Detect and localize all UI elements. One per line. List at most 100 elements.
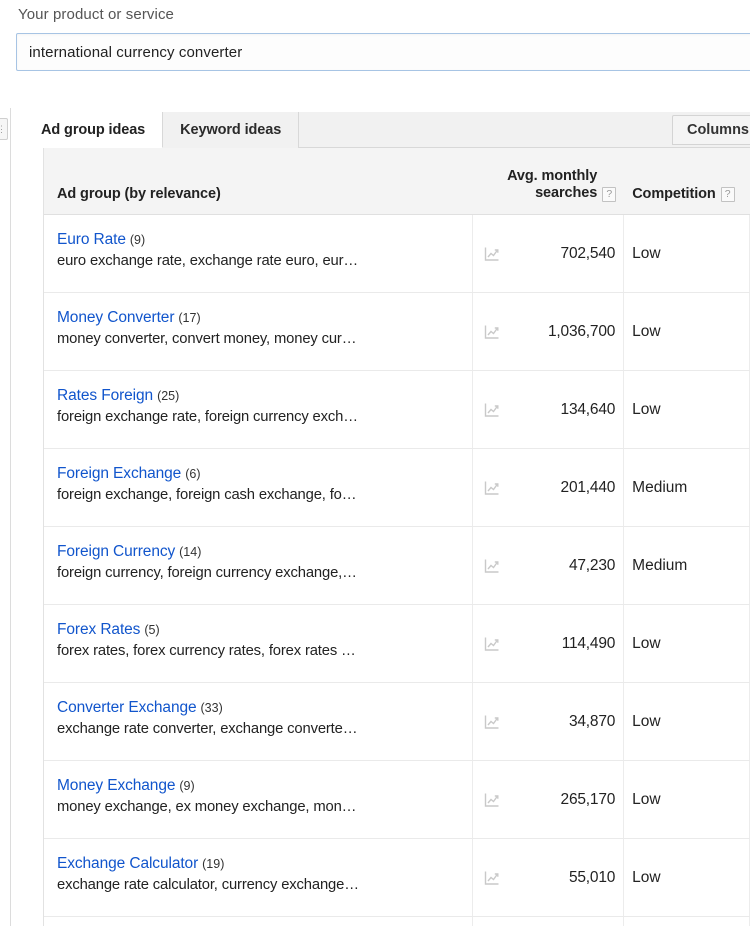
avg-monthly-searches-value: 55,010: [568, 868, 616, 886]
search-trends-icon: [485, 325, 499, 339]
cell-competition: Low: [624, 839, 750, 916]
cell-avg-monthly-searches: 201,440: [473, 449, 625, 526]
columns-button-label: Columns: [686, 122, 749, 138]
ad-group-title-line: Forex Rates (5): [57, 621, 462, 639]
search-trends-icon: [485, 637, 499, 651]
table-row[interactable]: Foreign Exchange (6) foreign exchange, for…: [44, 449, 750, 527]
ad-group-title-line: Converter Exchange (33): [57, 699, 462, 717]
table-row[interactable]: Forex Rates (5) forex rates, forex currenc…: [44, 605, 750, 683]
table-row[interactable]: Foreign Currency (14) foreign currency, fo…: [44, 527, 750, 605]
table-row-partial[interactable]: [44, 917, 750, 926]
cell-avg-monthly-searches: 265,170: [473, 761, 625, 838]
search-trends-icon: [485, 871, 499, 885]
ad-group-title-line: Foreign Currency (14): [57, 543, 462, 561]
product-search-input-wrap[interactable]: [16, 33, 750, 71]
competition-value: Low: [632, 244, 661, 262]
column-header-competition[interactable]: Competition?: [624, 148, 750, 214]
ad-group-keyword-count: (14): [179, 545, 202, 559]
competition-value: Low: [632, 322, 661, 340]
avg-monthly-searches-help-icon[interactable]: ?: [602, 187, 617, 202]
tab-keyword-ideas-label: Keyword ideas: [180, 122, 282, 138]
cell-ad-group: Exchange Calculator (19) exchange rate cal…: [44, 839, 474, 916]
ad-group-link[interactable]: Converter Exchange: [57, 699, 197, 716]
ad-group-link[interactable]: Euro Rate: [57, 231, 126, 248]
cell-competition: [624, 917, 750, 926]
cell-competition: Low: [624, 605, 750, 682]
column-header-avg-monthly-searches-label: Avg. monthly searches: [507, 168, 598, 201]
ad-group-link[interactable]: Foreign Currency: [57, 543, 175, 560]
cell-avg-monthly-searches: 34,870: [473, 683, 625, 760]
ad-group-keyword-count: (17): [178, 311, 201, 325]
ad-group-keywords: euro exchange rate, exchange rate euro, …: [57, 253, 359, 269]
tab-ad-group-ideas[interactable]: Ad group ideas: [24, 112, 164, 148]
product-search-input[interactable]: [17, 35, 750, 69]
search-trends-icon: [485, 715, 499, 729]
ad-group-keyword-count: (9): [179, 779, 195, 793]
cell-ad-group: Rates Foreign (25) foreign exchange rate, …: [44, 371, 474, 448]
competition-value: Medium: [632, 478, 688, 496]
cell-competition: Low: [624, 761, 750, 838]
avg-monthly-searches-value: 265,170: [560, 790, 616, 808]
cell-ad-group: Euro Rate (9) euro exchange rate, exchange…: [44, 215, 474, 292]
avg-monthly-searches-value: 1,036,700: [548, 322, 616, 340]
competition-help-icon[interactable]: ?: [720, 187, 735, 202]
avg-monthly-searches-value: 201,440: [560, 478, 616, 496]
ad-group-title-line: Exchange Calculator (19): [57, 855, 462, 873]
table-body: Euro Rate (9) euro exchange rate, exchange…: [44, 215, 750, 926]
table-header-row: Ad group (by relevance) Avg. monthly sear…: [44, 148, 750, 215]
competition-value: Low: [632, 400, 661, 418]
ad-group-keywords: exchange rate converter, exchange conver…: [57, 721, 358, 737]
tab-list: Ad group ideas Keyword ideas: [24, 112, 300, 148]
ad-group-keyword-count: (19): [202, 857, 225, 871]
search-trends-icon: [485, 559, 499, 573]
panel-drag-handle[interactable]: ⋮: [0, 118, 8, 140]
competition-value: Low: [632, 868, 661, 886]
table-row[interactable]: Converter Exchange (33) exchange rate conv…: [44, 683, 750, 761]
ad-group-link[interactable]: Money Exchange: [57, 777, 175, 794]
column-header-avg-monthly-searches[interactable]: Avg. monthly searches?: [473, 148, 624, 214]
cell-competition: Medium: [624, 449, 750, 526]
search-trends-icon: [485, 793, 499, 807]
table-row[interactable]: Money Converter (17) money converter, conv…: [44, 293, 750, 371]
cell-ad-group: Foreign Exchange (6) foreign exchange, for…: [44, 449, 474, 526]
ad-group-keywords: money exchange, ex money exchange, mon…: [57, 799, 357, 815]
cell-ad-group: Money Exchange (9) money exchange, ex mone…: [44, 761, 474, 838]
tab-bar: Ad group ideas Keyword ideas Columns: [24, 112, 750, 148]
tab-keyword-ideas[interactable]: Keyword ideas: [163, 112, 300, 148]
cell-ad-group: [44, 917, 474, 926]
column-header-ad-group-label: Ad group (by relevance): [57, 186, 221, 202]
ad-group-keywords: exchange rate calculator, currency excha…: [57, 877, 359, 893]
cell-ad-group: Foreign Currency (14) foreign currency, fo…: [44, 527, 474, 604]
search-trends-icon: [485, 481, 499, 495]
cell-ad-group: Forex Rates (5) forex rates, forex currenc…: [44, 605, 474, 682]
ad-group-title-line: Rates Foreign (25): [57, 387, 462, 405]
ad-group-title-line: Money Converter (17): [57, 309, 462, 327]
cell-avg-monthly-searches: 1,036,700: [473, 293, 625, 370]
cell-ad-group: Money Converter (17) money converter, conv…: [44, 293, 474, 370]
table-row[interactable]: Money Exchange (9) money exchange, ex mone…: [44, 761, 750, 839]
tab-ad-group-ideas-label: Ad group ideas: [41, 121, 146, 138]
ad-group-title-line: Foreign Exchange (6): [57, 465, 462, 483]
column-header-ad-group[interactable]: Ad group (by relevance): [44, 148, 473, 214]
table-row[interactable]: Euro Rate (9) euro exchange rate, exchange…: [44, 215, 750, 293]
keyword-planner-page: Your product or service ⋮ Ad group ideas…: [0, 0, 750, 926]
ad-group-keywords: foreign exchange rate, foreign currency …: [57, 409, 358, 425]
table-row[interactable]: Rates Foreign (25) foreign exchange rate, …: [44, 371, 750, 449]
ad-group-link[interactable]: Money Converter: [57, 309, 174, 326]
ad-group-link[interactable]: Rates Foreign: [57, 387, 153, 404]
ad-group-keyword-count: (25): [157, 389, 180, 403]
competition-value: Medium: [632, 556, 688, 574]
cell-avg-monthly-searches: 55,010: [473, 839, 625, 916]
cell-avg-monthly-searches: 134,640: [473, 371, 625, 448]
table-row[interactable]: Exchange Calculator (19) exchange rate cal…: [44, 839, 750, 917]
cell-avg-monthly-searches: 114,490: [473, 605, 625, 682]
ad-group-link[interactable]: Foreign Exchange: [57, 465, 181, 482]
ad-group-link[interactable]: Exchange Calculator: [57, 855, 198, 872]
columns-button[interactable]: Columns: [671, 115, 750, 145]
column-header-competition-label: Competition: [632, 186, 716, 202]
ad-group-link[interactable]: Forex Rates: [57, 621, 140, 638]
avg-monthly-searches-value: 114,490: [561, 634, 616, 652]
search-trends-icon: [485, 247, 499, 261]
avg-monthly-searches-value: 134,640: [560, 400, 616, 418]
competition-value: Low: [632, 790, 661, 808]
